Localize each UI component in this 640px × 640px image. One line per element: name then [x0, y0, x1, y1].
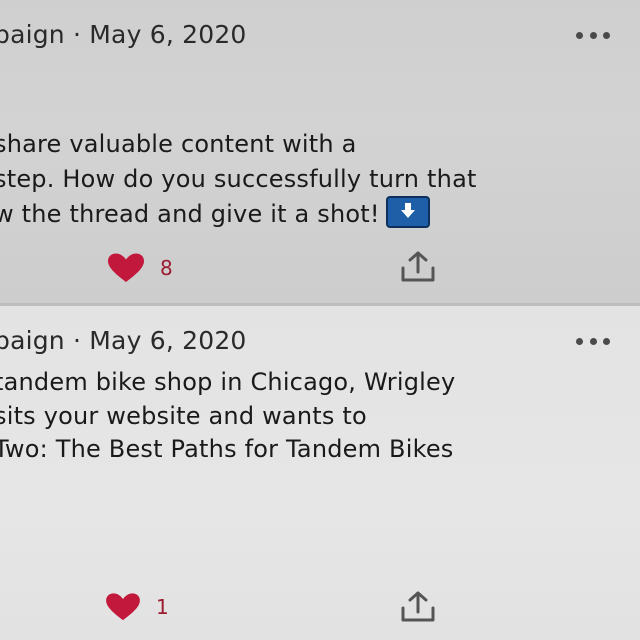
more-options-icon[interactable]	[576, 336, 610, 346]
post-meta: paign · May 6, 2020	[0, 326, 247, 355]
post-card[interactable]: paign · May 6, 2020 share valuable conte…	[0, 0, 640, 303]
post-card[interactable]: paign · May 6, 2020 tandem bike shop in …	[0, 306, 640, 640]
post-text-line-with-emoji: w the thread and give it a shot!	[0, 196, 430, 231]
post-text-line: tandem bike shop in Chicago, Wrigley	[0, 368, 456, 396]
heart-icon	[104, 592, 142, 622]
like-count: 1	[156, 595, 169, 619]
like-count: 8	[160, 256, 173, 280]
post-text-line: w the thread and give it a shot!	[0, 200, 380, 228]
post-text-line: sits your website and wants to	[0, 402, 367, 430]
post-text-line: step. How do you successfully turn that	[0, 165, 477, 193]
share-icon[interactable]	[398, 590, 438, 624]
post-text-line: share valuable content with a	[0, 130, 357, 158]
down-arrow-emoji-icon	[385, 196, 430, 228]
post-meta: paign · May 6, 2020	[0, 20, 247, 49]
like-button[interactable]: 8	[106, 252, 173, 284]
heart-icon	[106, 252, 146, 284]
feed-screen: paign · May 6, 2020 share valuable conte…	[0, 0, 640, 640]
more-options-icon[interactable]	[576, 30, 610, 40]
post-text-line: Two: The Best Paths for Tandem Bikes	[0, 435, 454, 463]
share-icon[interactable]	[398, 250, 438, 284]
like-button[interactable]: 1	[104, 592, 169, 622]
